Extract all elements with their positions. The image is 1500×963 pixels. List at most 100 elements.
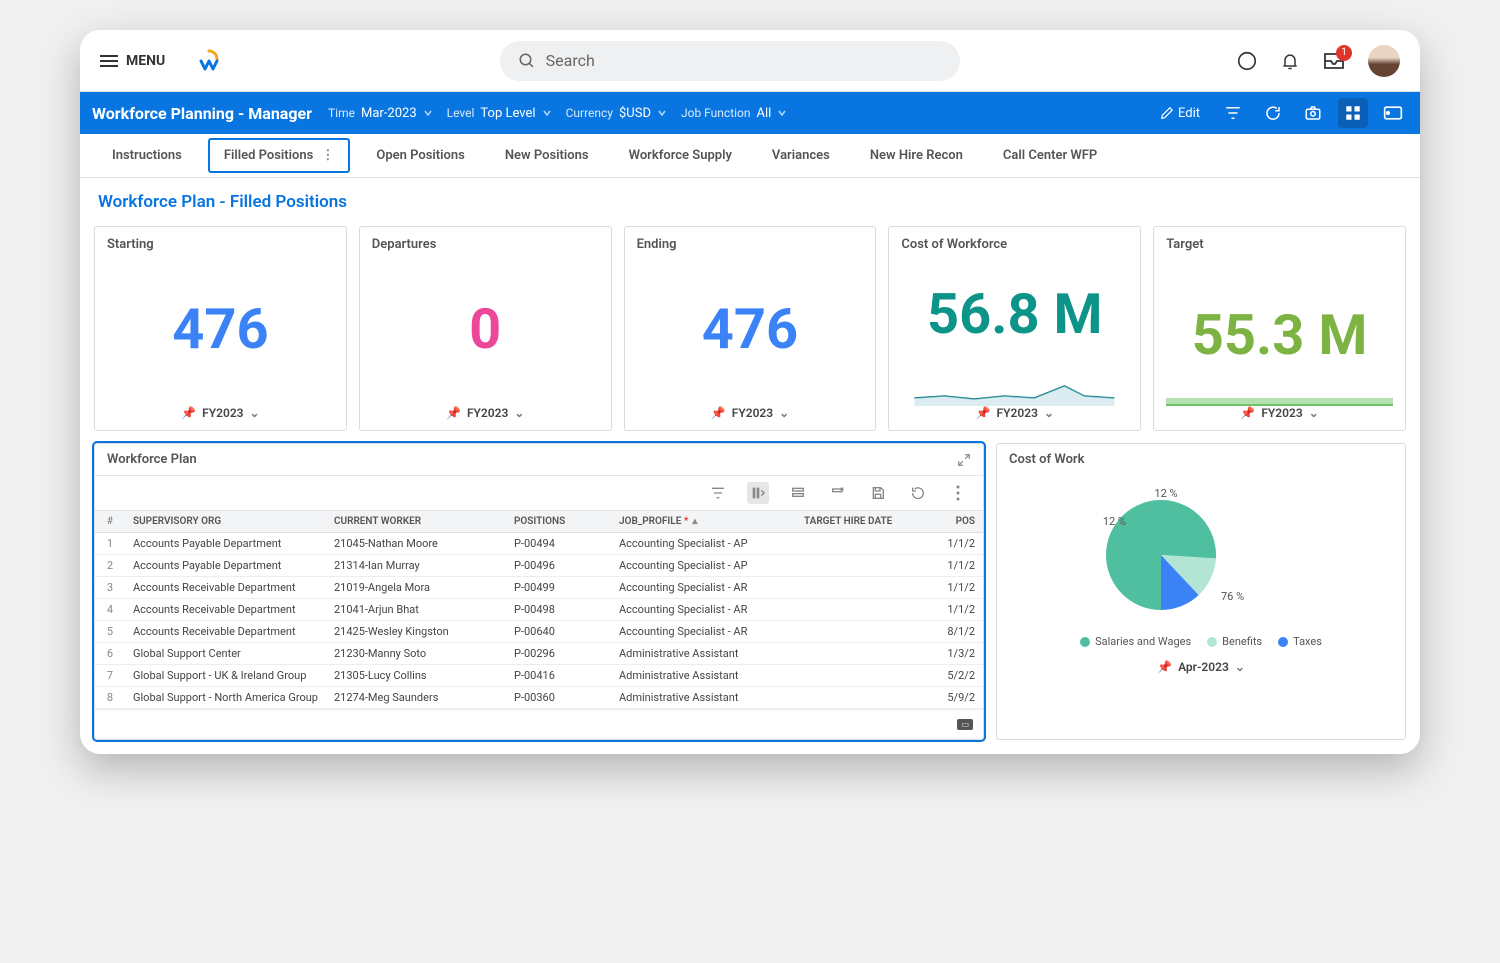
kpi-footer[interactable]: 📌FY2023⌄ xyxy=(107,406,334,420)
col-header[interactable]: POSITIONS xyxy=(506,511,611,533)
legend-dot xyxy=(1080,637,1090,647)
kpi-card-target: Target55.3 M📌FY2023⌄ xyxy=(1153,226,1406,431)
search-placeholder: Search xyxy=(546,51,595,70)
menu-button[interactable]: MENU xyxy=(100,53,165,69)
section-title: Workforce Plan - Filled Positions xyxy=(98,192,1406,212)
kpi-footer[interactable]: 📌FY2023⌄ xyxy=(1166,406,1393,420)
pencil-icon xyxy=(1160,106,1174,120)
kpi-title: Starting xyxy=(107,237,334,252)
tab-call-center-wfp[interactable]: Call Center WFP xyxy=(983,136,1117,175)
kpi-value: 56.8 M xyxy=(901,252,1128,376)
chevron-down-icon: ⌄ xyxy=(514,406,524,420)
kpi-cards: Starting476📌FY2023⌄Departures0📌FY2023⌄En… xyxy=(94,226,1406,431)
inbox-icon[interactable]: 1 xyxy=(1322,51,1346,71)
data-grid[interactable]: #SUPERVISORY ORGCURRENT WORKERPOSITIONSJ… xyxy=(95,511,983,709)
bluebar-actions: Edit xyxy=(1152,98,1408,128)
kpi-title: Ending xyxy=(637,237,864,252)
filter-currency[interactable]: Currency$USD xyxy=(566,106,667,121)
kpi-value: 476 xyxy=(107,252,334,406)
top-icons: 1 xyxy=(1236,45,1400,77)
filter-job-function[interactable]: Job FunctionAll xyxy=(681,106,787,121)
topbar: MENU Search 1 xyxy=(80,30,1420,92)
table-row[interactable]: 4Accounts Receivable Department21041-Arj… xyxy=(95,599,983,621)
funnel-icon[interactable] xyxy=(707,482,729,504)
filter-time[interactable]: TimeMar-2023 xyxy=(328,106,433,121)
panel-header: Workforce Plan xyxy=(95,444,983,475)
tab-bar: InstructionsFilled Positions⋮Open Positi… xyxy=(80,134,1420,178)
tab-instructions[interactable]: Instructions xyxy=(92,136,202,175)
save-icon[interactable] xyxy=(867,482,889,504)
more-icon[interactable] xyxy=(947,482,969,504)
legend-item[interactable]: Taxes xyxy=(1278,635,1322,648)
column-icon[interactable] xyxy=(747,482,769,504)
rows-icon[interactable] xyxy=(787,482,809,504)
table-row[interactable]: 8Global Support - North America Group212… xyxy=(95,687,983,709)
app-window: MENU Search 1 Workforce Planning - Manag… xyxy=(80,30,1420,754)
kpi-footer[interactable]: 📌FY2023⌄ xyxy=(901,406,1128,420)
expand-icon[interactable] xyxy=(957,453,971,467)
menu-label: MENU xyxy=(126,53,165,69)
search-input[interactable]: Search xyxy=(500,41,960,81)
tab-variances[interactable]: Variances xyxy=(752,136,850,175)
refresh-icon[interactable] xyxy=(1258,98,1288,128)
table-row[interactable]: 5Accounts Receivable Department21425-Wes… xyxy=(95,621,983,643)
table-row[interactable]: 2Accounts Payable Department21314-Ian Mu… xyxy=(95,555,983,577)
pie-chart: 76 % 12 % 12 % Salaries and Wages Benefits T… xyxy=(997,475,1405,684)
grid-view-icon[interactable] xyxy=(1338,98,1368,128)
col-header[interactable]: SUPERVISORY ORG xyxy=(125,511,326,533)
pin-icon: 📌 xyxy=(711,406,726,420)
cow-header: Cost of Work xyxy=(997,444,1405,475)
col-header[interactable]: TARGET HIRE DATE xyxy=(796,511,903,533)
chat-icon[interactable] xyxy=(1236,50,1258,72)
tab-more-icon[interactable]: ⋮ xyxy=(321,148,334,163)
kpi-card-ending: Ending476📌FY2023⌄ xyxy=(624,226,877,431)
chevron-down-icon: ⌄ xyxy=(779,406,789,420)
tab-workforce-supply[interactable]: Workforce Supply xyxy=(609,136,752,175)
tab-new-hire-recon[interactable]: New Hire Recon xyxy=(850,136,983,175)
chevron-down-icon xyxy=(542,108,552,118)
col-header[interactable]: CURRENT WORKER xyxy=(326,511,506,533)
edit-button[interactable]: Edit xyxy=(1152,102,1208,125)
filter-level[interactable]: LevelTop Level xyxy=(447,106,552,121)
filter-bar: Workforce Planning - Manager TimeMar-202… xyxy=(80,92,1420,134)
col-header[interactable]: # xyxy=(95,511,125,533)
filter-icon[interactable] xyxy=(1218,98,1248,128)
pin-icon: 📌 xyxy=(446,406,461,420)
pie-legend: Salaries and Wages Benefits Taxes xyxy=(1080,635,1322,648)
sparkline xyxy=(901,376,1128,406)
chevron-down-icon: ⌄ xyxy=(1309,406,1319,420)
kpi-value: 0 xyxy=(372,252,599,406)
table-row[interactable]: 1Accounts Payable Department21045-Nathan… xyxy=(95,533,983,555)
pie-label: 12 % xyxy=(1103,515,1126,528)
kpi-footer[interactable]: 📌FY2023⌄ xyxy=(637,406,864,420)
grid-toolbar xyxy=(95,475,983,511)
kpi-card-departures: Departures0📌FY2023⌄ xyxy=(359,226,612,431)
camera-icon[interactable] xyxy=(1298,98,1328,128)
kpi-footer[interactable]: 📌FY2023⌄ xyxy=(372,406,599,420)
tab-filled-positions[interactable]: Filled Positions⋮ xyxy=(208,138,351,173)
cow-title: Cost of Work xyxy=(1009,452,1084,467)
clear-icon[interactable] xyxy=(827,482,849,504)
notifications-icon[interactable] xyxy=(1280,50,1300,72)
table-row[interactable]: 7Global Support - UK & Ireland Group2130… xyxy=(95,665,983,687)
bottom-row: Workforce Plan #SUPERVISORY ORGCURRENT W… xyxy=(94,443,1406,740)
grid-footer: ▭ xyxy=(95,709,983,739)
col-header[interactable]: POS xyxy=(903,511,983,533)
legend-item[interactable]: Benefits xyxy=(1207,635,1262,648)
table-row[interactable]: 3Accounts Receivable Department21019-Ang… xyxy=(95,577,983,599)
logo[interactable] xyxy=(195,47,223,75)
pie-label: 12 % xyxy=(1154,487,1177,500)
col-header[interactable]: JOB_PROFILE *▴ xyxy=(611,511,796,533)
edit-label: Edit xyxy=(1178,106,1200,121)
pie-label: 76 % xyxy=(1221,590,1244,603)
table-row[interactable]: 6Global Support Center21230-Manny SotoP-… xyxy=(95,643,983,665)
presentation-icon[interactable] xyxy=(1378,98,1408,128)
pin-icon: 📌 xyxy=(181,406,196,420)
chevron-down-icon: ⌄ xyxy=(1235,660,1245,674)
tab-new-positions[interactable]: New Positions xyxy=(485,136,609,175)
cow-footer[interactable]: 📌 Apr-2023 ⌄ xyxy=(1157,660,1245,674)
legend-item[interactable]: Salaries and Wages xyxy=(1080,635,1191,648)
redo-icon[interactable] xyxy=(907,482,929,504)
tab-open-positions[interactable]: Open Positions xyxy=(356,136,485,175)
avatar[interactable] xyxy=(1368,45,1400,77)
